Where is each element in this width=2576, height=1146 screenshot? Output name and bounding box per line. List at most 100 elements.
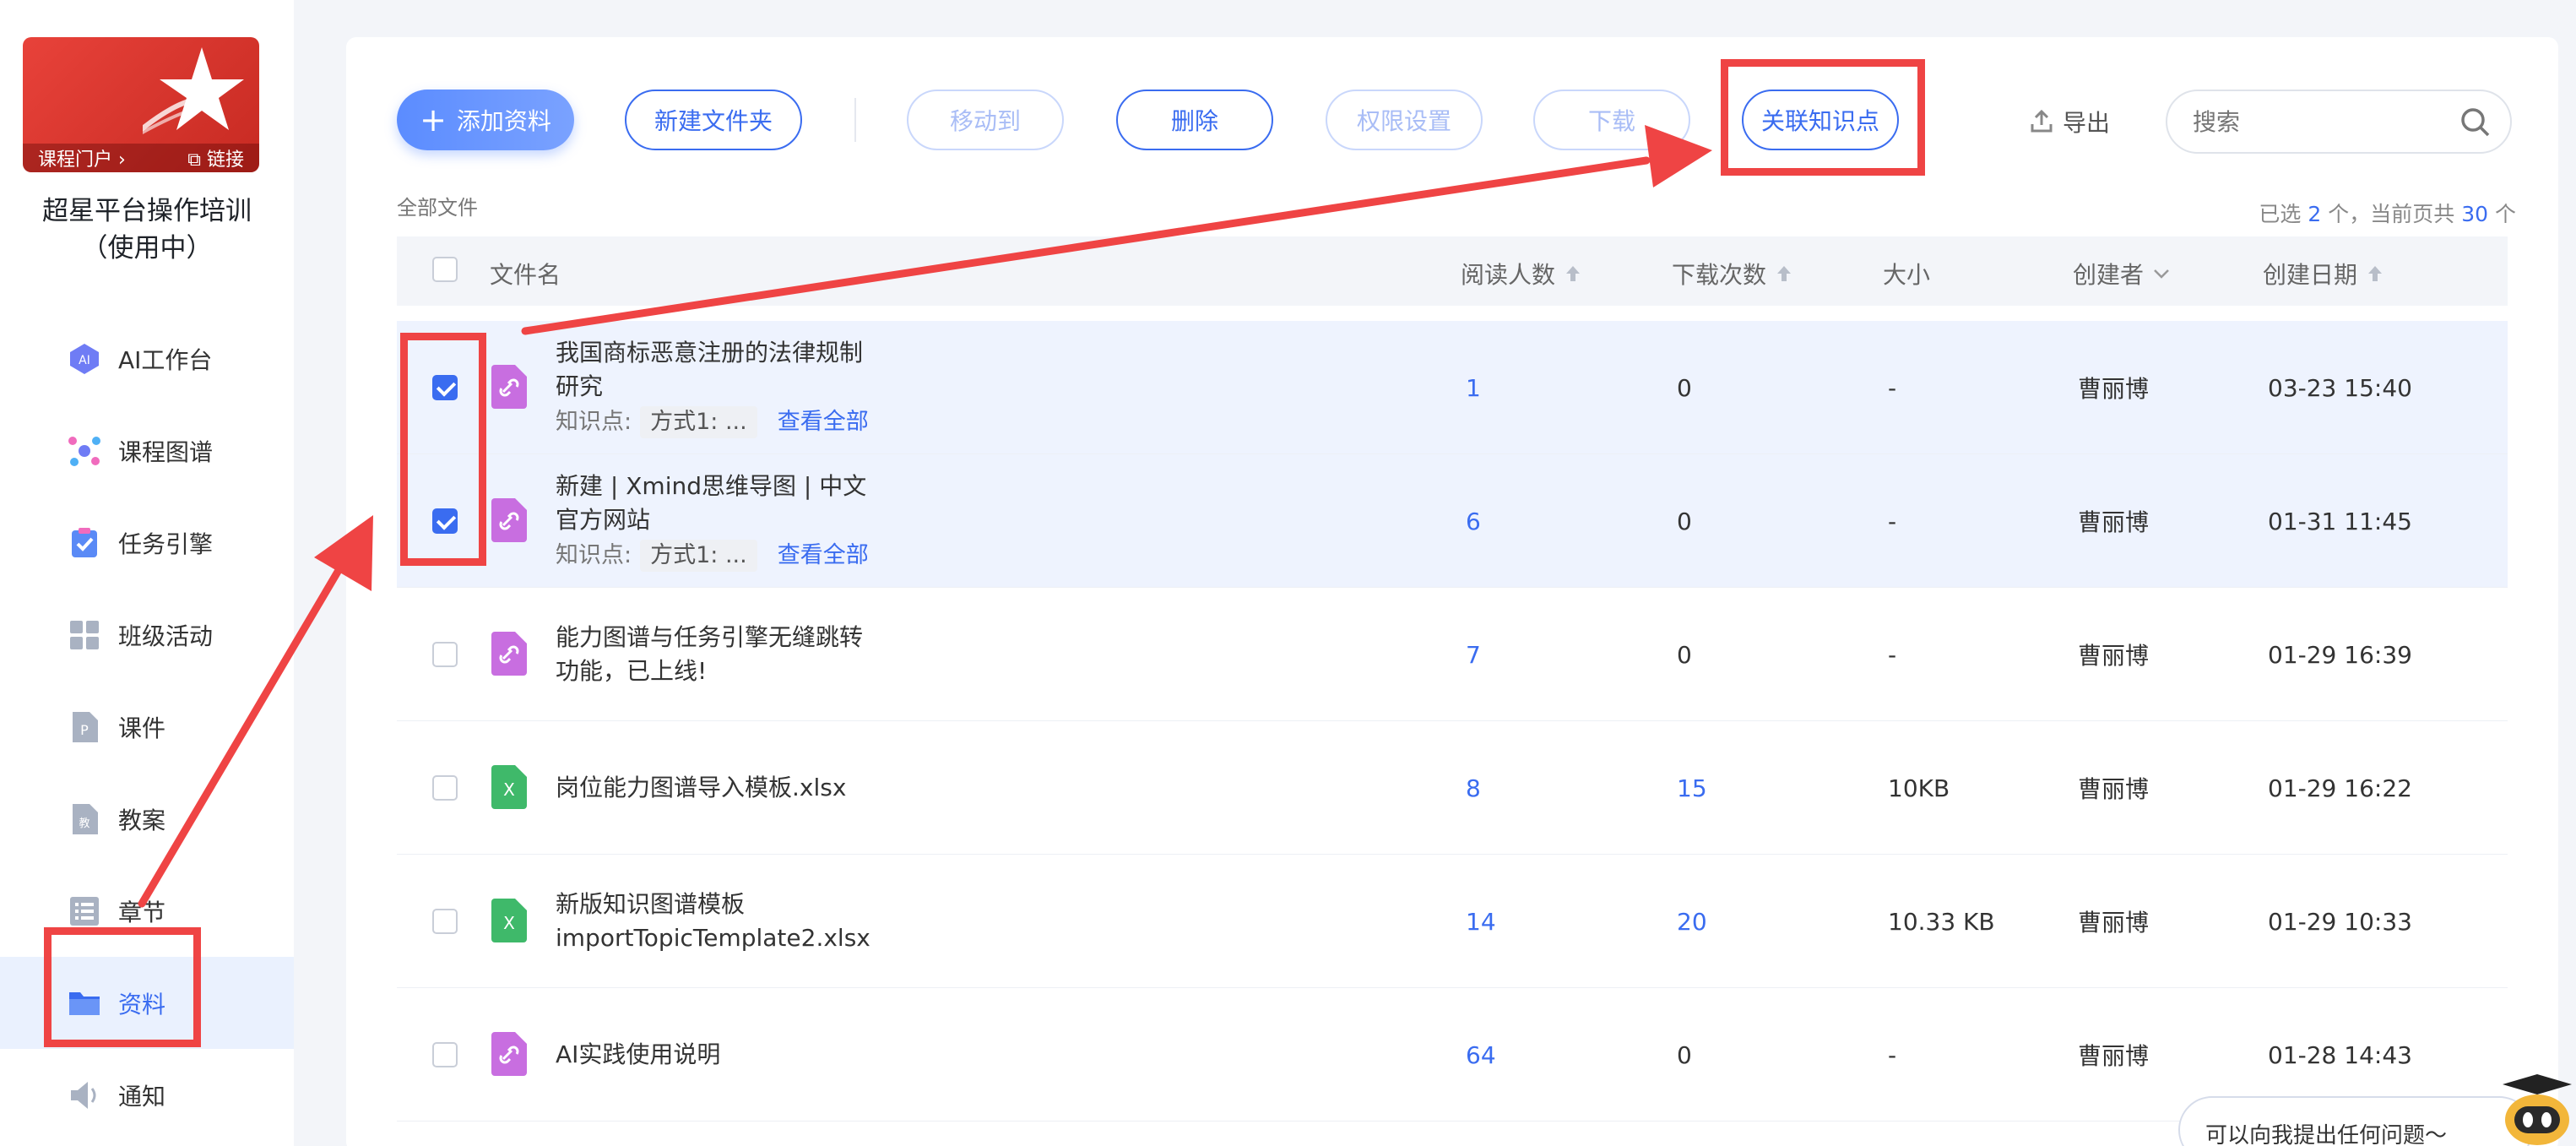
file-name-cell: 我国商标恶意注册的法律规制 研究 知识点: 方式1: ... 查看全部	[556, 321, 910, 454]
course-cover[interactable]: 课程门户 › ⧉ 链接	[23, 37, 259, 172]
sidebar-item-courseware[interactable]: P 课件	[0, 681, 294, 773]
link-file-icon	[491, 1032, 527, 1076]
annotation-box-materials	[44, 927, 201, 1047]
move-to-button[interactable]: 移动到	[907, 90, 1064, 150]
sidebar-item-label: 章节	[118, 898, 166, 926]
table-row[interactable]: X 岗位能力图谱导入模板.xlsx 8 15 10KB 曹丽博 01-29 16…	[397, 721, 2508, 855]
table-row[interactable]: 我国商标恶意注册的法律规制 研究 知识点: 方式1: ... 查看全部 1 0 …	[397, 321, 2508, 454]
file-name[interactable]: 新版知识图谱模板	[556, 888, 910, 921]
file-name-line2[interactable]: importTopicTemplate2.xlsx	[556, 921, 910, 955]
link-file-icon	[491, 632, 527, 676]
created-date: 01-29 10:33	[2268, 907, 2412, 936]
svg-text:AI: AI	[79, 354, 90, 367]
header-file-name: 文件名	[490, 261, 561, 289]
select-all-checkbox[interactable]	[432, 257, 458, 282]
created-date: 01-31 11:45	[2268, 507, 2412, 535]
new-folder-button[interactable]: 新建文件夹	[625, 90, 802, 150]
file-name-cell: AI实践使用说明	[556, 988, 910, 1122]
readers-count[interactable]: 64	[1466, 988, 1496, 1122]
star-logo-icon	[143, 47, 244, 135]
file-name-cell: 新版知识图谱模板 importTopicTemplate2.xlsx	[556, 855, 910, 988]
sidebar-item-notice[interactable]: 通知	[0, 1049, 294, 1141]
sidebar-item-label: 任务引擎	[118, 530, 214, 558]
table-row[interactable]: X 新版知识图谱模板 importTopicTemplate2.xlsx 14 …	[397, 855, 2508, 988]
table-row[interactable]: AI实践使用说明 64 0 - 曹丽博 01-28 14:43	[397, 988, 2508, 1122]
file-name[interactable]: 能力图谱与任务引擎无缝跳转	[556, 621, 910, 654]
sidebar-item-course-graph[interactable]: 课程图谱	[0, 405, 294, 497]
downloads-count[interactable]: 20	[1677, 855, 1707, 988]
file-size: -	[1888, 1040, 1897, 1069]
readers-count[interactable]: 14	[1466, 855, 1496, 988]
delete-button[interactable]: 删除	[1116, 90, 1273, 150]
export-button[interactable]: 导出	[2029, 105, 2110, 138]
row-checkbox[interactable]	[432, 642, 458, 667]
file-size: -	[1888, 507, 1897, 535]
sidebar-item-label: 课程图谱	[118, 437, 214, 466]
file-name-cell: 能力图谱与任务引擎无缝跳转 功能，已上线!	[556, 588, 910, 721]
svg-text:教: 教	[79, 817, 89, 830]
breadcrumb[interactable]: 全部文件	[397, 191, 478, 220]
file-name[interactable]: 我国商标恶意注册的法律规制	[556, 336, 910, 370]
header-date[interactable]: 创建日期	[2263, 257, 2384, 291]
table-row[interactable]: 新建 | Xmind思维导图 | 中文 官方网站 知识点: 方式1: ... 查…	[397, 454, 2508, 588]
file-name[interactable]: 新建 | Xmind思维导图 | 中文	[556, 470, 910, 503]
header-creator[interactable]: 创建者	[2073, 257, 2171, 291]
readers-count[interactable]: 8	[1466, 721, 1481, 855]
sort-up-icon	[2368, 266, 2383, 281]
row-checkbox[interactable]	[432, 1042, 458, 1067]
view-all-link[interactable]: 查看全部	[778, 539, 869, 573]
annotation-box-checkboxes	[400, 333, 486, 566]
sidebar-item-task-engine[interactable]: 任务引擎	[0, 497, 294, 589]
permission-settings-button[interactable]: 权限设置	[1326, 90, 1483, 150]
search-icon[interactable]	[2459, 106, 2492, 138]
sidebar-item-label: 通知	[118, 1082, 166, 1111]
downloads-count[interactable]: 15	[1677, 721, 1707, 855]
downloads-count: 0	[1677, 640, 1692, 669]
sidebar-item-ai-workbench[interactable]: AI AI工作台	[0, 312, 294, 405]
selection-info: 已选 2 个，当前页共 30 个	[2259, 202, 2516, 226]
ai-helper-bubble[interactable]: 可以向我提出任何问题～	[2178, 1096, 2533, 1146]
graph-icon	[68, 434, 101, 468]
file-name-line2[interactable]: 官方网站	[556, 503, 910, 537]
download-button[interactable]: 下载	[1533, 90, 1690, 150]
search-box	[2166, 90, 2512, 154]
courseware-icon: P	[68, 710, 101, 744]
header-downloads[interactable]: 下载次数	[1672, 257, 1793, 291]
speaker-icon	[68, 1078, 101, 1112]
sort-up-icon	[1566, 266, 1581, 281]
row-checkbox[interactable]	[432, 775, 458, 801]
table-row[interactable]: 能力图谱与任务引擎无缝跳转 功能，已上线! 7 0 - 曹丽博 01-29 16…	[397, 588, 2508, 721]
robot-assistant-icon[interactable]	[2499, 1073, 2575, 1146]
row-checkbox[interactable]	[432, 909, 458, 934]
export-icon	[2031, 109, 2053, 133]
file-name[interactable]: 岗位能力图谱导入模板.xlsx	[556, 771, 910, 805]
readers-count[interactable]: 7	[1466, 588, 1481, 721]
knowledge-point-tag: 方式1: ...	[640, 406, 757, 438]
readers-count[interactable]: 1	[1466, 321, 1481, 454]
link-file-icon	[491, 365, 527, 409]
file-size: -	[1888, 373, 1897, 402]
toolbar-divider	[854, 98, 856, 142]
search-input[interactable]	[2193, 107, 2446, 136]
sidebar-item-class-activity[interactable]: 班级活动	[0, 589, 294, 681]
table-header: 文件名 阅读人数 下载次数 大小 创建者 创建日期	[397, 236, 2508, 306]
sidebar-item-lesson-plan[interactable]: 教 教案	[0, 773, 294, 865]
file-name-cell: 新建 | Xmind思维导图 | 中文 官方网站 知识点: 方式1: ... 查…	[556, 454, 910, 588]
header-readers[interactable]: 阅读人数	[1461, 257, 1582, 291]
file-name[interactable]: AI实践使用说明	[556, 1038, 910, 1072]
file-name-cell: 岗位能力图谱导入模板.xlsx	[556, 721, 910, 855]
downloads-count: 0	[1677, 373, 1692, 402]
file-name-line2[interactable]: 功能，已上线!	[556, 654, 910, 688]
course-portal-link[interactable]: 课程门户 ›	[38, 144, 126, 171]
header-size: 大小	[1883, 261, 1931, 289]
downloads-count: 0	[1677, 507, 1692, 535]
file-size: -	[1888, 640, 1897, 669]
plus-icon: +	[420, 101, 447, 138]
view-all-link[interactable]: 查看全部	[778, 405, 869, 439]
course-link-button[interactable]: ⧉ 链接	[187, 144, 244, 171]
add-material-button[interactable]: + 添加资料	[397, 90, 574, 150]
svg-text:X: X	[503, 913, 515, 933]
file-name-line2[interactable]: 研究	[556, 370, 910, 404]
lesson-plan-icon: 教	[68, 802, 101, 836]
readers-count[interactable]: 6	[1466, 454, 1481, 588]
